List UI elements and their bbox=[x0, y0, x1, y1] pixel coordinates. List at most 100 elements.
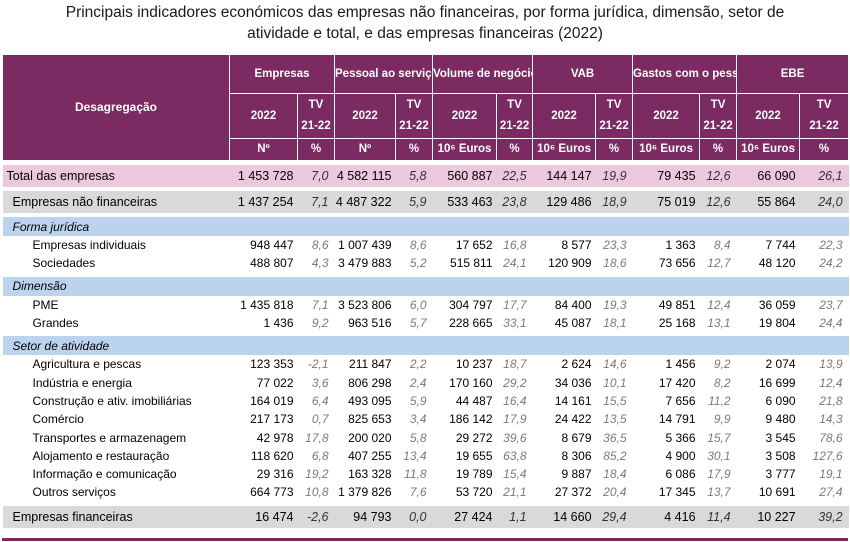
value-cell: 488 807 bbox=[250, 256, 294, 271]
value-cell: 170 160 bbox=[449, 375, 493, 390]
value-cell: 79 435 bbox=[632, 165, 700, 187]
value-cell: 515 811 bbox=[450, 256, 493, 271]
value-cell: 963 516 bbox=[348, 316, 392, 331]
rate-cell: -2,6 bbox=[297, 505, 335, 528]
header-unit: 10⁶ Euros bbox=[632, 138, 701, 161]
value-cell: 17 420 bbox=[658, 375, 696, 390]
rate-cell: 13,9 bbox=[819, 357, 843, 372]
value-cell: 14 791 bbox=[658, 412, 696, 427]
rate-cell: 7,0 bbox=[297, 165, 335, 187]
table-row: Empresas não financeiras 1 437 254 7,1 4 48… bbox=[2, 191, 849, 213]
value-cell: 94 793 bbox=[334, 505, 396, 528]
table-row: Empresas financeiras 16 474 -2,6 94 793 0,0 2… bbox=[2, 505, 849, 528]
value-cell: 493 095 bbox=[348, 393, 392, 408]
row-label: Indústria e energia bbox=[32, 375, 132, 390]
value-cell: 10 237 bbox=[455, 357, 493, 372]
section-dimensao: Dimensão bbox=[2, 276, 849, 296]
rate-cell: 85,2 bbox=[603, 448, 627, 463]
bottom-border bbox=[2, 538, 848, 541]
value-cell: 73 656 bbox=[658, 256, 696, 271]
value-cell: 77 022 bbox=[256, 375, 294, 390]
header-year: 2022 bbox=[229, 93, 298, 139]
value-cell: 42 978 bbox=[256, 430, 294, 445]
indicators-table: Desagregação Empresas Pessoal ao serviço… bbox=[2, 54, 850, 528]
value-cell: 34 036 bbox=[554, 375, 592, 390]
header-group-empresas: Empresas bbox=[228, 54, 336, 94]
rate-cell: 2,2 bbox=[409, 357, 427, 372]
value-cell: 118 620 bbox=[251, 448, 294, 463]
page-title: Principais indicadores económicos das em… bbox=[0, 2, 850, 44]
rate-cell: 22,5 bbox=[496, 165, 533, 187]
rate-cell: 13,5 bbox=[603, 412, 627, 427]
rate-cell: 1,1 bbox=[496, 505, 533, 528]
value-cell: 120 909 bbox=[548, 256, 592, 271]
rate-cell: 24,2 bbox=[819, 256, 843, 271]
rate-cell: 14,3 bbox=[819, 412, 843, 427]
table-row: Alojamento e restauração 118 620 6,8 407 25… bbox=[3, 447, 849, 465]
value-cell: 29 272 bbox=[455, 430, 493, 445]
rate-cell: 12,7 bbox=[707, 256, 731, 271]
row-label: Grandes bbox=[32, 316, 79, 331]
rate-cell: 24,1 bbox=[503, 256, 527, 271]
rate-cell: 27,4 bbox=[819, 485, 843, 500]
value-cell: 4 582 115 bbox=[334, 165, 396, 187]
value-cell: 3 777 bbox=[765, 467, 796, 482]
value-cell: 806 298 bbox=[348, 375, 392, 390]
rate-cell: 12,4 bbox=[707, 297, 731, 312]
row-label: Informação e comunicação bbox=[32, 467, 177, 482]
value-cell: 48 120 bbox=[758, 256, 796, 271]
rate-cell: 78,6 bbox=[819, 430, 843, 445]
header-group-pessoal: Pessoal ao serviço bbox=[334, 54, 434, 94]
rate-cell: 6,4 bbox=[311, 393, 329, 408]
value-cell: 304 797 bbox=[449, 297, 493, 312]
section-label: Dimensão bbox=[2, 276, 849, 296]
value-cell: 8 306 bbox=[561, 448, 592, 463]
header-tv: TV 21-22 bbox=[296, 93, 336, 139]
rate-cell: 18,1 bbox=[603, 316, 627, 331]
value-cell: 25 168 bbox=[658, 316, 696, 331]
header-group-volume: Volume de negócios bbox=[432, 54, 534, 94]
value-cell: 129 486 bbox=[532, 191, 596, 213]
rate-cell: 8,6 bbox=[311, 238, 329, 253]
value-cell: 14 660 bbox=[532, 505, 596, 528]
value-cell: 2 074 bbox=[765, 357, 796, 372]
rate-cell: 127,6 bbox=[812, 448, 843, 463]
rate-cell: 8,6 bbox=[409, 238, 427, 253]
header-pct: % bbox=[799, 138, 850, 161]
rate-cell: 8,2 bbox=[713, 375, 731, 390]
rate-cell: 23,8 bbox=[496, 191, 533, 213]
rate-cell: 63,8 bbox=[503, 448, 527, 463]
row-label: Sociedades bbox=[32, 256, 96, 271]
header-unit: 10⁶ Euros bbox=[432, 138, 498, 161]
rate-cell: 18,4 bbox=[603, 467, 627, 482]
rate-cell: 7,6 bbox=[409, 485, 427, 500]
row-label: Total das empresas bbox=[2, 165, 230, 187]
table-row: Total das empresas 1 453 728 7,0 4 582 115 5… bbox=[2, 165, 849, 187]
value-cell: 217 173 bbox=[250, 412, 294, 427]
row-label: Transportes e armazenagem bbox=[32, 430, 187, 445]
row-label: Empresas financeiras bbox=[2, 505, 230, 528]
title-line-1: Principais indicadores económicos das em… bbox=[65, 4, 785, 21]
value-cell: 27 424 bbox=[432, 505, 497, 528]
value-cell: 8 679 bbox=[561, 430, 592, 445]
header-desagregacao: Desagregação bbox=[2, 54, 230, 161]
rate-cell: 19,9 bbox=[595, 165, 633, 187]
value-cell: 10 227 bbox=[736, 505, 800, 528]
header-tv: TV 21-22 bbox=[799, 93, 850, 139]
rate-cell: 19,3 bbox=[603, 297, 627, 312]
rate-cell: 24,4 bbox=[819, 316, 843, 331]
value-cell: 2 624 bbox=[561, 357, 592, 372]
rate-cell: 4,3 bbox=[311, 256, 329, 271]
value-cell: 4 416 bbox=[632, 505, 700, 528]
value-cell: 163 328 bbox=[348, 467, 392, 482]
rate-cell: 5,9 bbox=[395, 191, 433, 213]
header-unit: Nº bbox=[334, 138, 397, 161]
table-row: Indústria e energia 77 022 3,6 806 298 2,4 17… bbox=[3, 373, 849, 391]
rate-cell: 9,2 bbox=[713, 357, 731, 372]
value-cell: 16 474 bbox=[229, 505, 298, 528]
rate-cell: 12,4 bbox=[819, 375, 843, 390]
table-row: Outros serviços 664 773 10,8 1 379 826 7,6 53… bbox=[3, 483, 849, 501]
value-cell: 211 847 bbox=[349, 357, 392, 372]
value-cell: 17 345 bbox=[658, 485, 696, 500]
header-tv: TV 21-22 bbox=[595, 93, 634, 139]
